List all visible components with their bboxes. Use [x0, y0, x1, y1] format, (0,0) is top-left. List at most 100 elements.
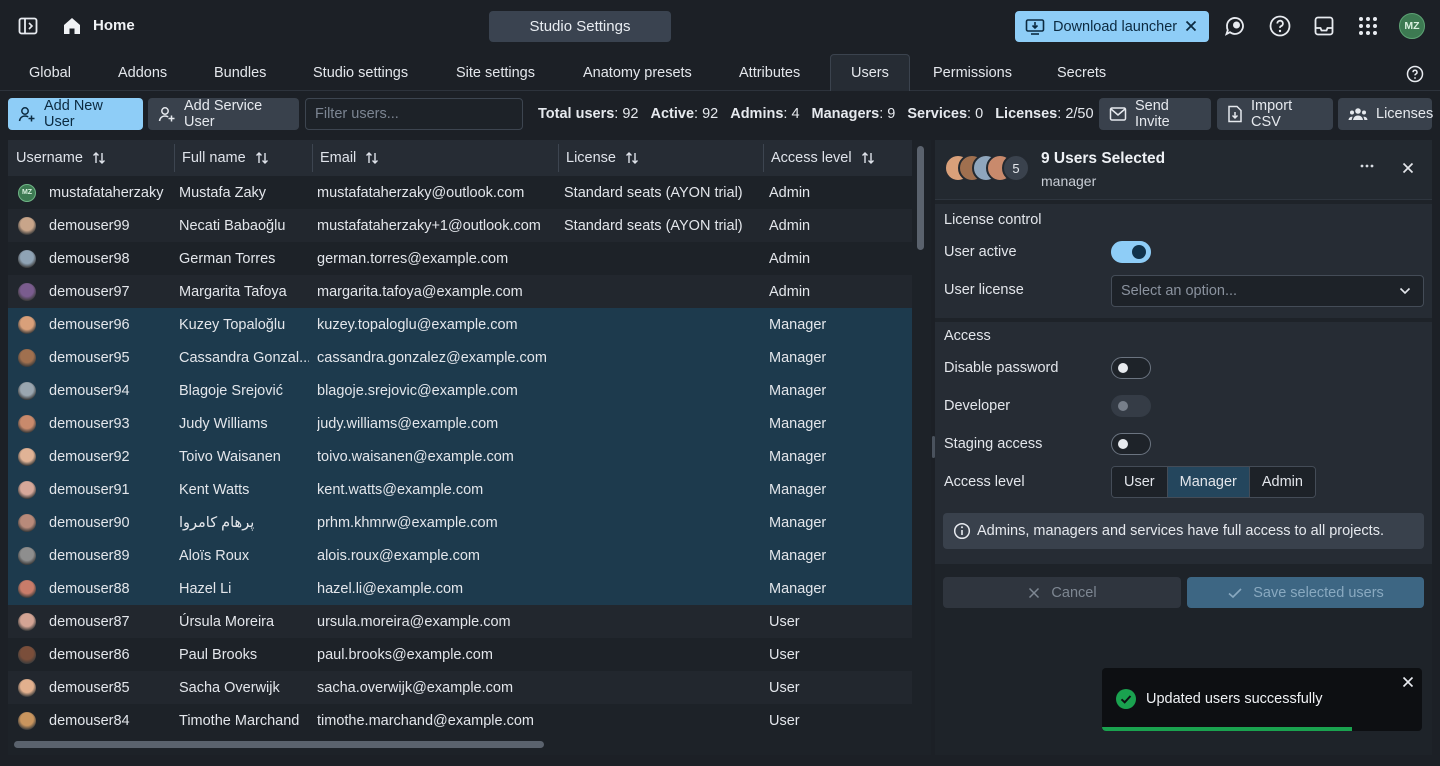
horizontal-scrollbar[interactable]	[14, 741, 544, 748]
user-active-toggle[interactable]	[1111, 241, 1151, 263]
table-row[interactable]: demouser91 Kent Watts kent.watts@example.c…	[8, 473, 912, 506]
download-launcher-button[interactable]: Download launcher	[1015, 11, 1209, 42]
tab-addons[interactable]: Addons	[118, 54, 167, 91]
table-row[interactable]: demouser86 Paul Brooks paul.brooks@example…	[8, 638, 912, 671]
page-title: Studio Settings	[489, 11, 671, 42]
avatar	[18, 480, 36, 499]
chat-icon[interactable]	[1222, 13, 1248, 39]
add-new-user-button[interactable]: Add New User	[8, 98, 143, 130]
home-link[interactable]: Home	[93, 17, 135, 34]
cell-fullname: Úrsula Moreira	[179, 605, 309, 638]
tab-users[interactable]: Users	[830, 54, 910, 91]
send-invite-button[interactable]: Send Invite	[1099, 98, 1211, 130]
table-row[interactable]: demouser96 Kuzey Topaloğlu kuzey.topaloglu…	[8, 308, 912, 341]
staging-access-toggle[interactable]	[1111, 433, 1151, 455]
add-user-icon	[18, 105, 36, 123]
cancel-button[interactable]: Cancel	[943, 577, 1181, 608]
cell-access: Manager	[769, 308, 903, 341]
panel-header: 5 9 Users Selected manager	[935, 140, 1432, 200]
table-row[interactable]: demouser97 Margarita Tafoya margarita.tafo…	[8, 275, 912, 308]
cell-email: mustafataherzaky@outlook.com	[317, 176, 557, 209]
access-info-text: Admins, managers and services have full …	[977, 523, 1384, 539]
tab-site-settings[interactable]: Site settings	[456, 54, 535, 91]
sort-icon[interactable]	[254, 150, 270, 166]
column-email[interactable]: Email	[312, 140, 558, 176]
sort-icon[interactable]	[91, 150, 107, 166]
filter-users-input[interactable]	[305, 98, 523, 130]
tab-attributes[interactable]: Attributes	[739, 54, 800, 91]
tab-studio-settings[interactable]: Studio settings	[313, 54, 408, 91]
avatar	[18, 381, 36, 400]
table-row[interactable]: demouser95 Cassandra Gonzal... cassandra.g…	[8, 341, 912, 374]
avatar	[18, 678, 36, 697]
email-text: kuzey.topaloglu@example.com	[317, 316, 518, 333]
user-avatar[interactable]: MZ	[1399, 13, 1425, 39]
table-row[interactable]: demouser90 پرهام کامروا prhm.khmrw@example…	[8, 506, 912, 539]
cell-username: demouser94	[18, 374, 176, 407]
avatar	[18, 546, 36, 565]
email-text: german.torres@example.com	[317, 250, 509, 267]
access-level-user[interactable]: User	[1112, 467, 1168, 497]
table-row[interactable]: demouser89 Aloïs Roux alois.roux@example.c…	[8, 539, 912, 572]
cell-username: demouser85	[18, 671, 176, 704]
save-selected-users-button[interactable]: Save selected users	[1187, 577, 1424, 608]
table-row[interactable]: demouser84 Timothe Marchand timothe.marcha…	[8, 704, 912, 737]
import-csv-label: Import CSV	[1251, 98, 1293, 130]
licenses-button[interactable]: Licenses	[1338, 98, 1433, 130]
sidebar-toggle-icon[interactable]	[15, 13, 41, 39]
sort-icon[interactable]	[364, 150, 380, 166]
access-text: Manager	[769, 514, 827, 531]
close-panel-icon[interactable]	[1400, 160, 1416, 176]
tab-global[interactable]: Global	[29, 54, 71, 91]
cell-username: demouser89	[18, 539, 176, 572]
table-row[interactable]: demouser99 Necati Babaoğlu mustafataherzak…	[8, 209, 912, 242]
tab-bundles[interactable]: Bundles	[214, 54, 266, 91]
sort-icon[interactable]	[624, 150, 640, 166]
user-license-select[interactable]: Select an option...	[1111, 275, 1424, 307]
username-text: demouser85	[49, 679, 130, 696]
disable-password-toggle[interactable]	[1111, 357, 1151, 379]
table-row[interactable]: MZ mustafataherzaky Mustafa Zaky mustafatah…	[8, 176, 912, 209]
table-row[interactable]: demouser87 Úrsula Moreira ursula.moreira@e…	[8, 605, 912, 638]
apps-grid-icon[interactable]	[1355, 13, 1381, 39]
inbox-icon[interactable]	[1311, 13, 1337, 39]
column-license[interactable]: License	[558, 140, 763, 176]
cell-fullname: Paul Brooks	[179, 638, 309, 671]
email-text: kent.watts@example.com	[317, 481, 484, 498]
access-level-admin[interactable]: Admin	[1249, 467, 1315, 497]
table-row[interactable]: demouser88 Hazel Li hazel.li@example.com Ma…	[8, 572, 912, 605]
table-row[interactable]: demouser98 German Torres german.torres@exa…	[8, 242, 912, 275]
sort-icon[interactable]	[860, 150, 876, 166]
table-row[interactable]: demouser94 Blagoje Srejović blagoje.srejov…	[8, 374, 912, 407]
add-service-user-button[interactable]: Add Service User	[148, 98, 299, 130]
table-row[interactable]: demouser93 Judy Williams judy.williams@exa…	[8, 407, 912, 440]
avatar	[18, 579, 36, 598]
cell-access: Admin	[769, 176, 903, 209]
tab-permissions[interactable]: Permissions	[933, 54, 1012, 91]
tab-secrets[interactable]: Secrets	[1057, 54, 1106, 91]
avatar	[18, 447, 36, 466]
cell-access: User	[769, 605, 903, 638]
close-icon[interactable]	[1402, 676, 1414, 688]
tab-anatomy-presets[interactable]: Anatomy presets	[583, 54, 692, 91]
access-level-manager[interactable]: Manager	[1167, 467, 1250, 497]
email-text: paul.brooks@example.com	[317, 646, 493, 663]
cell-username: MZ mustafataherzaky	[18, 176, 176, 209]
stat-services: Services: 0	[907, 106, 984, 122]
access-text: Manager	[769, 382, 827, 399]
page-help-icon[interactable]	[1406, 65, 1424, 83]
column-access-level[interactable]: Access level	[763, 140, 905, 176]
vertical-scrollbar[interactable]	[917, 146, 924, 250]
column-fullname[interactable]: Full name	[174, 140, 312, 176]
table-row[interactable]: demouser92 Toivo Waisanen toivo.waisanen@e…	[8, 440, 912, 473]
developer-toggle[interactable]	[1111, 395, 1151, 417]
home-icon[interactable]	[59, 13, 85, 39]
add-new-user-label: Add New User	[44, 98, 103, 130]
close-icon[interactable]	[1182, 17, 1200, 35]
table-row[interactable]: demouser85 Sacha Overwijk sacha.overwijk@e…	[8, 671, 912, 704]
help-icon[interactable]	[1267, 13, 1293, 39]
cell-license	[564, 407, 760, 440]
import-csv-button[interactable]: Import CSV	[1217, 98, 1333, 130]
column-username[interactable]: Username	[8, 140, 174, 176]
more-options-icon[interactable]	[1359, 158, 1375, 174]
